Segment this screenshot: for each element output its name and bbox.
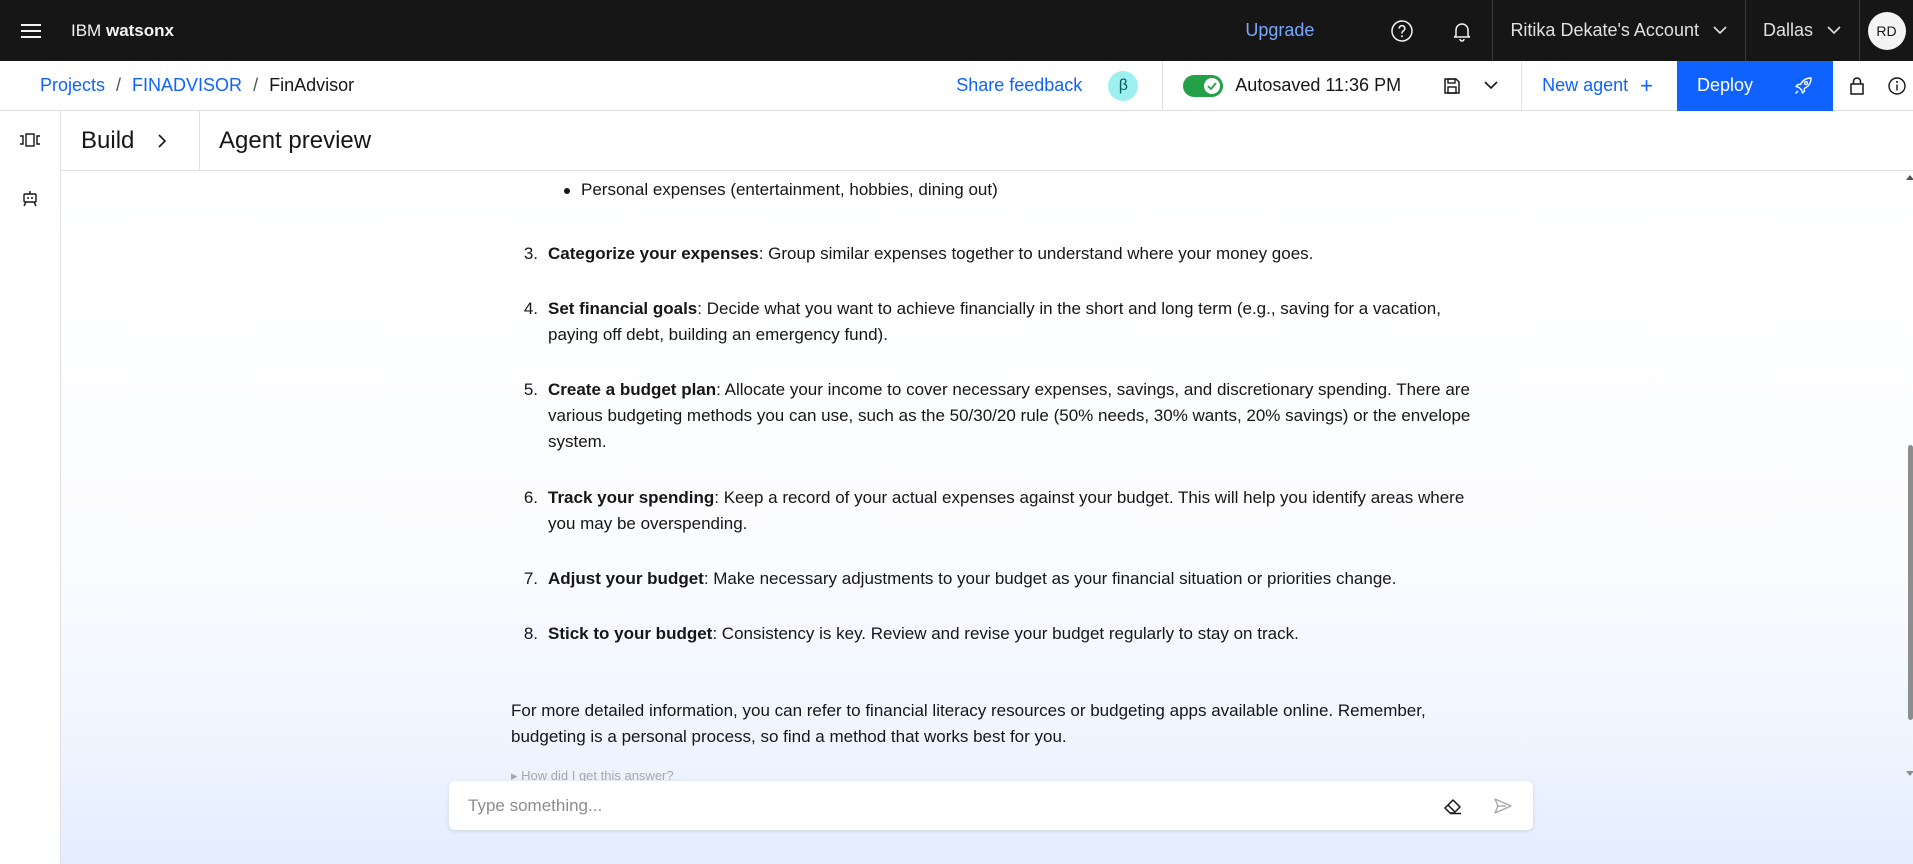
list-item-heading: Track your spending (548, 488, 715, 507)
divider (1162, 60, 1164, 111)
rocket-icon (1795, 76, 1812, 94)
list-number: 7. (523, 569, 538, 588)
project-toolbar: Projects / FINADVISOR / FinAdvisor Share… (0, 60, 1913, 111)
brand-name: watsonx (105, 20, 174, 40)
list-item-text: : Consistency is key. Review and revise … (712, 624, 1299, 643)
autosave-toggle[interactable] (1183, 74, 1224, 97)
scroll-down-arrow[interactable] (1906, 771, 1913, 776)
list-item-text: : Make necessary adjustments to your bud… (703, 569, 1397, 588)
top-header: IBM watsonx Upgrade Ritika Dekate's Acco… (0, 0, 1913, 61)
list-item-heading: Stick to your budget (548, 624, 713, 643)
breadcrumb-separator: / (253, 75, 259, 95)
brand-logo[interactable]: IBM watsonx (71, 21, 174, 41)
share-feedback-link[interactable]: Share feedback (956, 75, 1082, 96)
plus-icon: + (1640, 72, 1653, 98)
checkmark-icon (1204, 77, 1221, 94)
eraser-icon[interactable] (1428, 781, 1478, 830)
list-item-text: : Group similar expenses together to und… (758, 244, 1314, 263)
list-number: 4. (523, 299, 538, 318)
chevron-down-icon[interactable] (1473, 61, 1509, 111)
brand-prefix: IBM (71, 20, 102, 40)
list-item-heading: Adjust your budget (548, 569, 704, 588)
breadcrumb-projects[interactable]: Projects (40, 75, 105, 96)
list-item-heading: Categorize your expenses (548, 244, 759, 263)
upgrade-link[interactable]: Upgrade (1245, 20, 1314, 41)
info-icon[interactable] (1881, 61, 1913, 111)
save-icon[interactable] (1431, 61, 1473, 111)
breadcrumb-current: FinAdvisor (269, 75, 355, 95)
region-label: Dallas (1762, 20, 1813, 40)
list-number: 6. (523, 488, 538, 507)
chevron-down-icon (1827, 26, 1841, 35)
autosave-status: Autosaved 11:36 PM (1235, 75, 1402, 95)
breadcrumb-separator: / (116, 75, 122, 95)
page-title: Agent preview (219, 126, 372, 154)
hamburger-icon[interactable] (0, 0, 61, 61)
notification-icon[interactable] (1432, 0, 1492, 61)
scroll-up-arrow[interactable] (1906, 175, 1913, 180)
left-rail (0, 111, 61, 864)
send-icon[interactable] (1478, 781, 1528, 830)
build-label: Build (81, 126, 135, 154)
list-item-heading: Set financial goals (548, 299, 698, 318)
chat-area: Personal expenses (entertainment, hobbie… (61, 171, 1913, 864)
account-switcher[interactable]: Ritika Dekate's Account (1492, 0, 1745, 61)
agent-icon[interactable] (0, 169, 60, 227)
help-icon[interactable] (1372, 0, 1432, 61)
chat-input[interactable] (468, 795, 1428, 816)
build-tab[interactable]: Build (61, 110, 200, 171)
canvas-icon[interactable] (0, 111, 60, 169)
list-item: Personal expenses (entertainment, hobbie… (564, 177, 1381, 203)
avatar[interactable]: RD (1867, 11, 1906, 50)
closing-paragraph: For more detailed information, you can r… (511, 701, 1426, 746)
beta-badge: β (1108, 70, 1139, 101)
scrollbar-thumb[interactable] (1908, 445, 1913, 720)
new-agent-button[interactable]: New agent + (1522, 61, 1677, 111)
breadcrumb-finadvisor-project[interactable]: FINADVISOR (132, 75, 242, 96)
deploy-label: Deploy (1697, 75, 1754, 95)
panel-header: Build Agent preview (61, 110, 1913, 171)
list-number: 5. (523, 380, 538, 399)
lock-icon[interactable] (1833, 61, 1881, 111)
new-agent-label: New agent (1542, 75, 1629, 95)
chevron-right-icon (158, 133, 167, 148)
deploy-button[interactable]: Deploy (1677, 60, 1833, 111)
breadcrumb: Projects / FINADVISOR / FinAdvisor (40, 75, 354, 96)
list-number: 3. (523, 244, 538, 263)
region-switcher[interactable]: Dallas (1744, 0, 1859, 61)
list-number: 8. (523, 624, 538, 643)
list-item-heading: Create a budget plan (548, 380, 717, 399)
account-label: Ritika Dekate's Account (1510, 20, 1699, 40)
chevron-down-icon (1713, 26, 1727, 35)
chat-input-bar (449, 781, 1533, 830)
